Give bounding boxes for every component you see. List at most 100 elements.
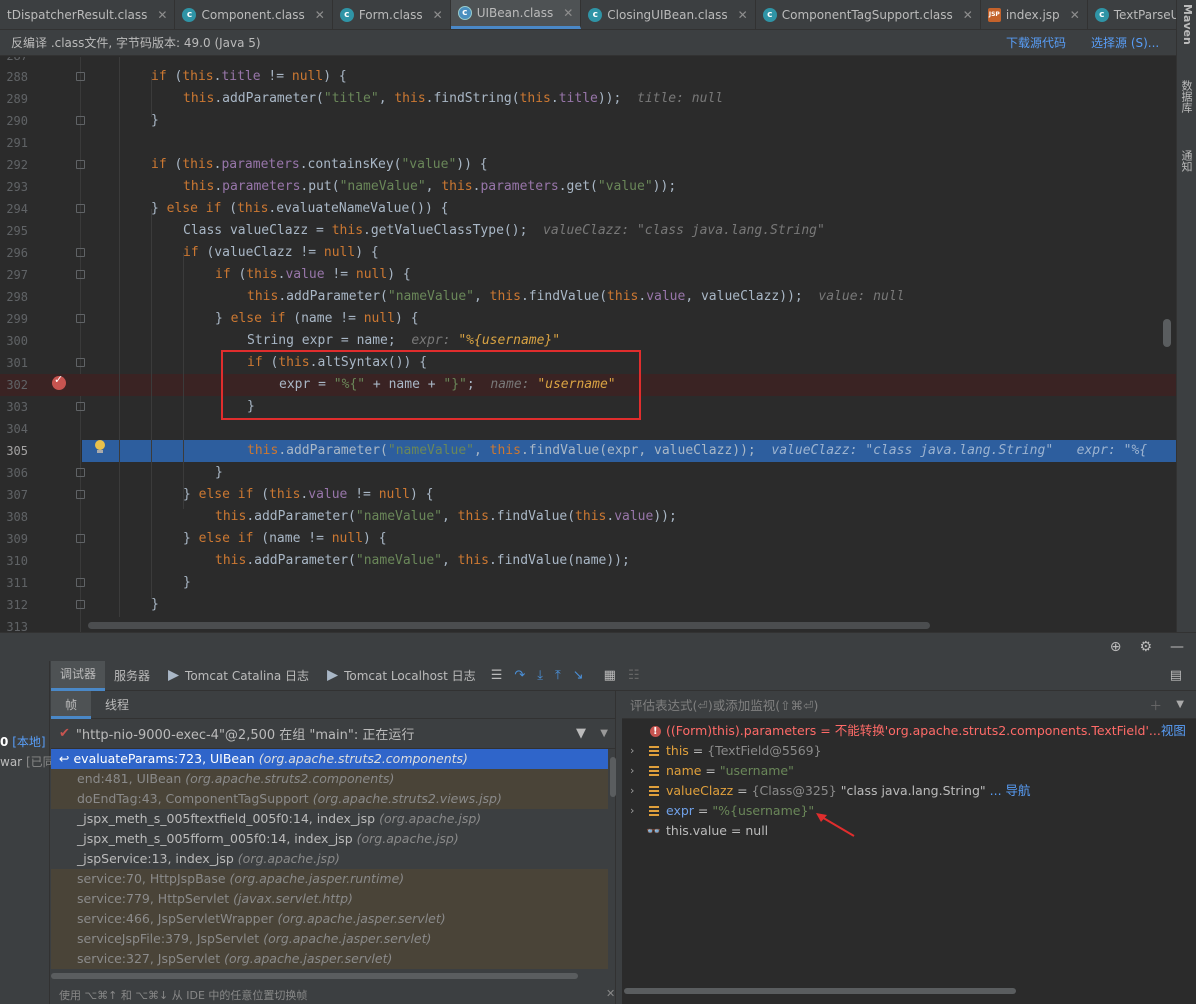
class-file-icon: c [339,7,354,22]
choose-source-link[interactable]: 选择源 (S)... [1091,34,1159,51]
variables-horizontal-scrollbar[interactable] [624,988,1016,994]
tab-closinguibean[interactable]: c ClosingUIBean.class ✕ [581,0,756,29]
view-link[interactable]: 视图 [1161,723,1186,738]
tab-server[interactable]: 服务器 [105,661,159,691]
chevron-right-icon[interactable]: › [630,781,634,801]
database-tool[interactable]: 数据库 [1180,80,1194,113]
editor-horizontal-scrollbar[interactable] [88,622,930,629]
fold-marker[interactable] [76,204,85,213]
close-icon[interactable]: ✕ [963,8,973,22]
fold-marker[interactable] [76,248,85,257]
tab-tomcat-catalina-log[interactable]: Tomcat Catalina 日志 [159,661,318,691]
close-icon[interactable]: ✕ [563,6,573,20]
notifications-tool[interactable]: 通知 [1180,150,1194,172]
close-icon[interactable]: ✕ [157,8,167,22]
add-watch-icon[interactable]: ＋ [1149,695,1162,714]
table-view-icon[interactable]: ▦ [604,668,616,683]
class-file-icon: c [1094,7,1109,22]
chevron-down-icon[interactable]: ▼ [1176,699,1184,710]
run-to-cursor-icon[interactable]: ↘ [573,668,584,683]
menu-icon[interactable]: ☰ [491,668,503,683]
maven-tool[interactable]: Maven [1180,4,1194,45]
stack-frame[interactable]: _jspx_meth_s_005ftextfield_005f0:14, ind… [51,809,608,829]
frames-vertical-scrollbar[interactable] [610,757,616,797]
tab-form[interactable]: c Form.class ✕ [333,0,451,29]
session-item[interactable]: 0 [本地] [0,733,46,750]
fold-marker[interactable] [76,578,85,587]
close-icon[interactable]: ✕ [315,8,325,22]
tab-frames[interactable]: 帧 [51,690,92,719]
download-source-link[interactable]: 下载源代码 [1006,34,1066,51]
stack-frame[interactable]: ↩ evaluateParams:723, UIBean (org.apache.… [51,749,608,769]
tab-component[interactable]: c Component.class ✕ [175,0,333,29]
fold-marker[interactable] [76,468,85,477]
layout-settings-icon[interactable]: ▤ [1170,668,1182,683]
fold-marker[interactable] [76,534,85,543]
stack-frame[interactable]: doEndTag:43, ComponentTagSupport (org.ap… [51,789,608,809]
stack-frame[interactable]: _jspx_meth_s_005fform_005f0:14, index_js… [51,829,608,849]
stack-frame[interactable]: _jspService:13, index_jsp (org.apache.js… [51,849,608,869]
variable-value: 不能转换'org.apache.struts2.components.TextF… [834,723,1161,738]
thread-selector[interactable]: ✔ "http-nio-9000-exec-4"@2,500 在组 "main"… [51,719,616,749]
close-icon[interactable]: ✕ [606,987,615,1000]
close-icon[interactable]: ✕ [738,8,748,22]
frame-method: service:466, JspServletWrapper [77,911,274,926]
step-over-icon[interactable]: ↷ [514,668,525,683]
fold-marker[interactable] [76,116,85,125]
variable-row[interactable]: › valueClazz = {Class@325} "class java.l… [622,781,1196,801]
fold-marker[interactable] [76,358,85,367]
error-icon [650,722,661,742]
chevron-right-icon[interactable]: › [630,761,634,781]
variable-row[interactable]: › this = {TextField@5569} [622,741,1196,761]
stack-frame[interactable]: serviceJspFile:379, JspServlet (org.apac… [51,929,608,949]
line-number: 310 [6,554,28,568]
frames-horizontal-scrollbar[interactable] [51,973,578,979]
variable-row[interactable]: ((Form)this).parameters = 不能转换'org.apach… [622,721,1196,742]
chevron-right-icon[interactable]: › [630,801,634,821]
stack-frame[interactable]: service:466, JspServletWrapper (org.apac… [51,909,608,929]
variable-row[interactable]: 👓 this.value = null [622,821,1196,841]
stack-frame[interactable]: service:70, HttpJspBase (org.apache.jasp… [51,869,608,889]
stack-frame[interactable]: service:327, JspServlet (org.apache.jasp… [51,949,608,969]
tab-debugger[interactable]: 调试器 [51,660,106,691]
fold-marker[interactable] [76,270,85,279]
close-icon[interactable]: ✕ [1070,8,1080,22]
filter-icon[interactable]: ▼ [576,726,586,741]
tab-uibean[interactable]: c UIBean.class ✕ [450,0,582,29]
step-out-icon[interactable]: ⤒ [555,668,561,683]
fold-marker[interactable] [76,600,85,609]
crosshair-icon[interactable]: ⊕ [1110,639,1122,655]
session-item[interactable]: › [0,665,1,679]
editor-vertical-scrollbar[interactable] [1163,319,1171,347]
frame-package: (org.apache.struts2.components) [258,751,468,766]
fold-marker[interactable] [76,490,85,499]
lightbulb-icon[interactable] [94,440,106,454]
tab-componenttagsupport[interactable]: c ComponentTagSupport.class ✕ [756,0,981,29]
code-editor[interactable]: 287 288if (this.title != null) { 289this… [0,57,1176,632]
variable-row[interactable]: › expr = "%{username}" [622,801,1196,821]
minimize-icon[interactable]: — [1170,639,1184,655]
chevron-right-icon[interactable]: › [630,741,634,761]
code-line: 300 String expr = name; expr: "%{username… [0,330,1176,352]
navigate-link[interactable]: ... 导航 [990,783,1031,798]
fold-marker[interactable] [76,72,85,81]
gear-icon[interactable]: ⚙ [1139,639,1152,655]
tab-textparseutil[interactable]: cTextParseUtil.java✕ [1088,0,1176,29]
breakpoint-icon[interactable] [52,373,66,390]
step-into-icon[interactable]: ⤓ [537,668,543,683]
close-icon[interactable]: ✕ [433,8,443,22]
tab-tomcat-localhost-log[interactable]: Tomcat Localhost 日志 [318,661,485,691]
fold-marker[interactable] [76,160,85,169]
tab-threads[interactable]: 线程 [91,691,143,719]
variable-row[interactable]: › name = "username" [622,761,1196,781]
fold-marker[interactable] [76,402,85,411]
tab-dispatcherresult[interactable]: tDispatcherResult.class ✕ [0,0,176,29]
session-item[interactable]: war [已同 [0,753,55,770]
field-icon [649,766,659,776]
fold-marker[interactable] [76,314,85,323]
evaluate-expression-input[interactable]: 评估表达式(⏎)或添加监视(⇧⌘⏎) ＋ ▼ [622,691,1196,719]
stack-frame[interactable]: end:481, UIBean (org.apache.struts2.comp… [51,769,608,789]
stack-frame[interactable]: service:779, HttpServlet (javax.servlet.… [51,889,608,909]
tab-index-jsp[interactable]: JSP index.jsp ✕ [981,0,1088,29]
chevron-down-icon[interactable]: ▼ [600,728,608,739]
